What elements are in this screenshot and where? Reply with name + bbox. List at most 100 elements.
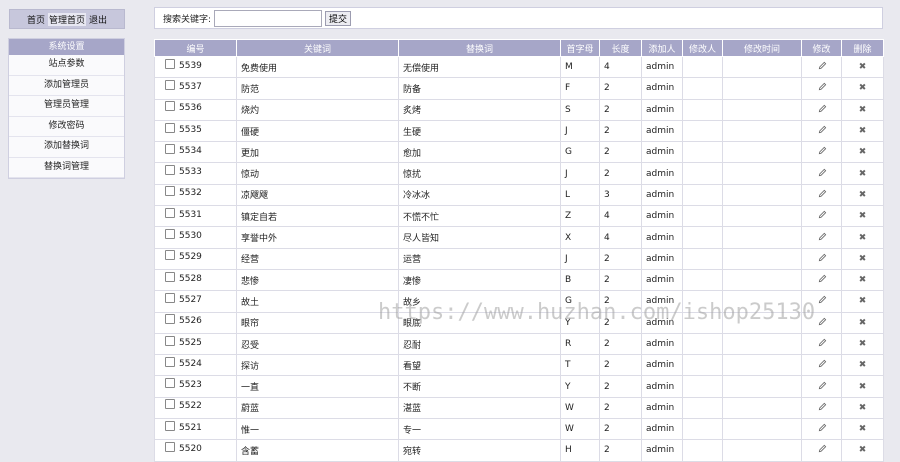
cell-keyword: 惟一	[236, 418, 399, 441]
pencil-icon[interactable]	[818, 402, 826, 411]
row-checkbox[interactable]	[165, 250, 175, 261]
row-checkbox[interactable]	[165, 441, 175, 452]
pencil-icon[interactable]	[818, 253, 826, 262]
row-checkbox[interactable]	[165, 314, 175, 325]
cell-adder: admin	[641, 268, 683, 292]
cell-id: 5539	[154, 55, 237, 79]
delete-icon[interactable]: ✖	[859, 296, 867, 306]
row-checkbox[interactable]	[165, 207, 175, 218]
cell-replacement: 愈加	[398, 141, 561, 164]
cell-editor	[682, 77, 723, 100]
row-id: 5537	[179, 81, 202, 92]
cell-id: 5531	[154, 205, 237, 228]
row-checkbox[interactable]	[165, 58, 175, 69]
delete-icon[interactable]: ✖	[859, 190, 867, 200]
cell-id: 5527	[154, 290, 237, 313]
pencil-icon[interactable]	[818, 295, 826, 304]
cell-keyword: 僵硬	[236, 119, 399, 143]
pencil-icon[interactable]	[818, 423, 826, 432]
cell-adder: admin	[641, 332, 683, 356]
delete-icon[interactable]: ✖	[859, 275, 867, 285]
pencil-icon[interactable]	[818, 82, 826, 91]
cell-replacement: 惊扰	[398, 162, 561, 185]
sidebar-item-add-admin[interactable]: 添加管理员	[9, 75, 124, 96]
delete-icon[interactable]: ✖	[859, 254, 867, 264]
pencil-icon[interactable]	[818, 232, 826, 240]
cell-adder: admin	[641, 141, 683, 164]
pencil-icon[interactable]	[818, 317, 826, 325]
delete-icon[interactable]: ✖	[859, 211, 867, 221]
row-checkbox[interactable]	[165, 229, 175, 240]
pencil-icon[interactable]	[818, 146, 826, 155]
cell-length: 4	[599, 55, 642, 79]
row-checkbox[interactable]	[165, 378, 175, 389]
nav-logout-link[interactable]: 退出	[89, 13, 107, 26]
row-checkbox[interactable]	[165, 292, 175, 303]
row-checkbox[interactable]	[165, 271, 175, 282]
cell-keyword: 免费使用	[236, 55, 399, 79]
delete-icon[interactable]: ✖	[859, 62, 867, 72]
delete-icon[interactable]: ✖	[859, 83, 867, 93]
row-checkbox[interactable]	[165, 356, 175, 367]
cell-length: 2	[599, 77, 642, 100]
delete-icon[interactable]: ✖	[859, 169, 867, 179]
sidebar-item-admin-manage[interactable]: 管理员管理	[9, 96, 124, 117]
sidebar-item-add-replace-word[interactable]: 添加替换词	[9, 137, 124, 158]
row-checkbox[interactable]	[165, 122, 175, 133]
delete-icon[interactable]: ✖	[859, 424, 867, 434]
pencil-icon[interactable]	[818, 274, 826, 283]
delete-icon[interactable]: ✖	[859, 403, 867, 413]
cell-edit	[801, 226, 842, 249]
keyword-table-wrap: 编号 关键词 替换词 首字母 长度 添加人 修改人 修改时间 修改 删除 5539 免费使用 无偿使用…	[154, 39, 884, 462]
column-header: 长度	[599, 39, 642, 57]
nav-admin-home-link[interactable]: 管理首页	[47, 12, 86, 26]
row-checkbox[interactable]	[165, 79, 175, 90]
delete-icon[interactable]: ✖	[859, 147, 867, 157]
pencil-icon[interactable]	[818, 61, 826, 70]
row-checkbox[interactable]	[165, 165, 175, 176]
cell-replacement: 故乡	[398, 290, 561, 313]
cell-edit	[801, 162, 842, 185]
pencil-icon[interactable]	[818, 444, 826, 453]
delete-icon[interactable]: ✖	[859, 318, 867, 328]
pencil-icon[interactable]	[818, 104, 826, 112]
row-checkbox[interactable]	[165, 420, 175, 431]
delete-icon[interactable]: ✖	[859, 105, 867, 115]
cell-edit	[801, 268, 842, 292]
delete-icon[interactable]: ✖	[859, 126, 867, 136]
delete-icon[interactable]: ✖	[859, 339, 867, 349]
table-row: 5536 烧灼 炙烤 S 2 admin ✖	[154, 98, 884, 121]
delete-icon[interactable]: ✖	[859, 382, 867, 392]
cell-edit-time	[722, 439, 802, 462]
cell-letter: X	[560, 226, 600, 249]
pencil-icon[interactable]	[818, 359, 826, 368]
cell-id: 5532	[154, 183, 237, 207]
cell-replacement: 生硬	[398, 119, 561, 143]
pencil-icon[interactable]	[818, 338, 826, 347]
cell-length: 2	[599, 268, 642, 292]
pencil-icon[interactable]	[818, 210, 826, 219]
row-checkbox[interactable]	[165, 399, 175, 410]
sidebar-item-replace-word-manage[interactable]: 替换词管理	[9, 157, 124, 178]
delete-icon[interactable]: ✖	[859, 445, 867, 455]
table-row: 5539 免费使用 无偿使用 M 4 admin ✖	[154, 55, 884, 79]
cell-delete: ✖	[841, 205, 884, 228]
pencil-icon[interactable]	[818, 189, 826, 198]
cell-letter: W	[560, 396, 600, 420]
row-checkbox[interactable]	[165, 186, 175, 197]
submit-button[interactable]: 提交	[325, 10, 352, 26]
delete-icon[interactable]: ✖	[859, 233, 867, 243]
table-row: 5526 眼帘 眼底 Y 2 admin ✖	[154, 311, 884, 334]
pencil-icon[interactable]	[818, 125, 826, 134]
pencil-icon[interactable]	[818, 168, 826, 176]
row-checkbox[interactable]	[165, 101, 175, 112]
cell-letter: T	[560, 354, 600, 377]
search-input[interactable]	[214, 9, 323, 27]
pencil-icon[interactable]	[818, 381, 826, 389]
nav-home-link[interactable]: 首页	[27, 13, 45, 26]
row-checkbox[interactable]	[165, 335, 175, 346]
sidebar-item-change-password[interactable]: 修改密码	[9, 116, 124, 137]
sidebar-item-site-params[interactable]: 站点参数	[9, 55, 124, 76]
row-checkbox[interactable]	[165, 143, 175, 154]
delete-icon[interactable]: ✖	[859, 360, 867, 370]
